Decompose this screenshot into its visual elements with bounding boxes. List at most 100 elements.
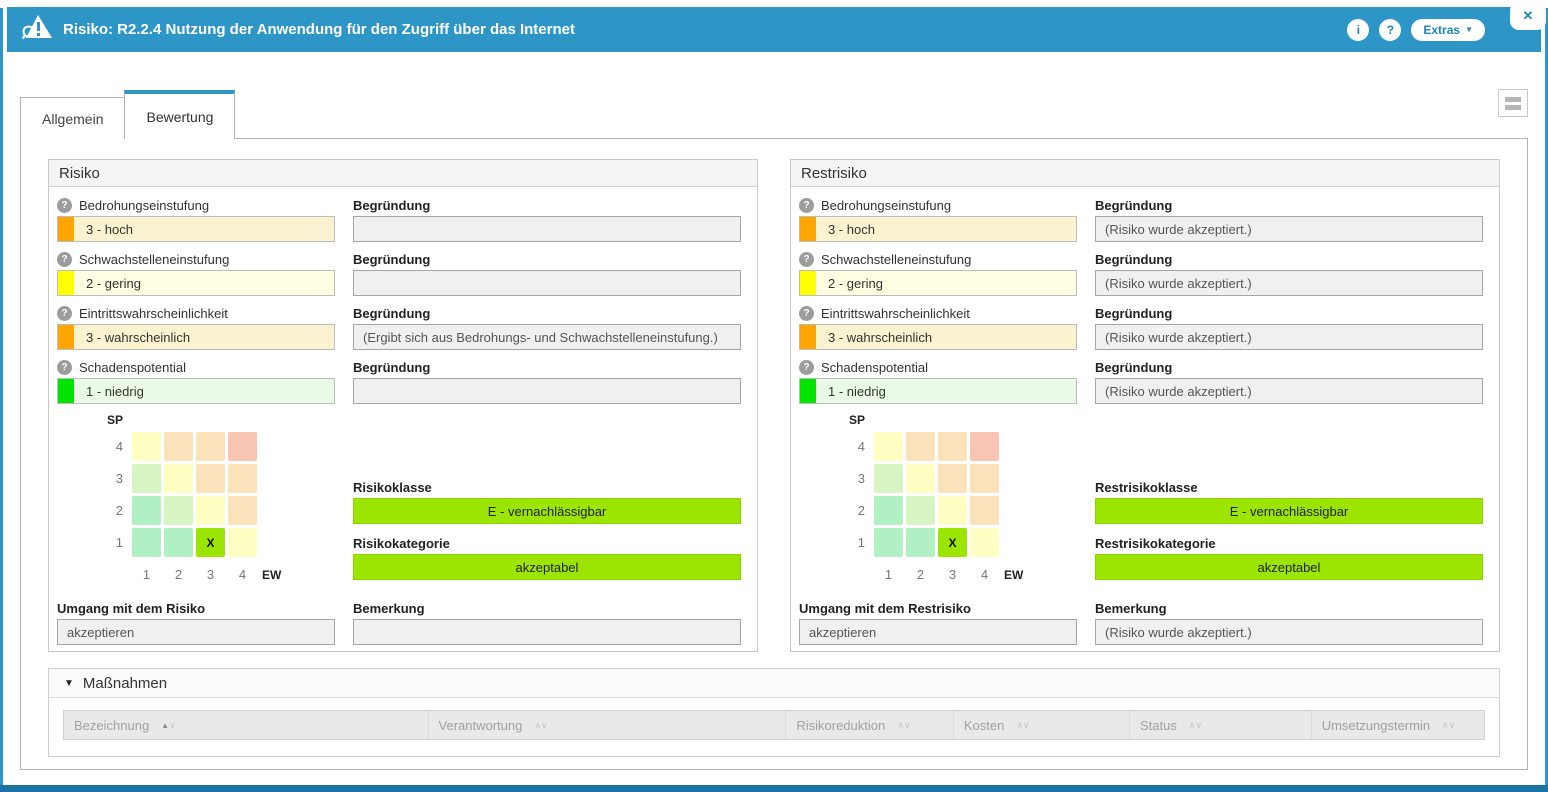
dialog-title: Risiko: R2.2.4 Nutzung der Anwendung für… xyxy=(63,21,575,38)
help-circle-icon[interactable]: ? xyxy=(57,252,72,267)
restrisikoklasse-label: Restrisikoklasse xyxy=(1095,478,1483,496)
help-circle-icon[interactable]: ? xyxy=(57,306,72,321)
help-circle-icon[interactable]: ? xyxy=(799,198,814,213)
matrix-cell xyxy=(874,464,903,493)
matrix-col-label: 1 xyxy=(132,567,161,582)
risk-matrix-block: SP 4321X1234EW xyxy=(107,411,296,589)
help-circle-icon[interactable]: ? xyxy=(799,306,814,321)
matrix-row-label: 3 xyxy=(107,471,129,486)
matrix-cell xyxy=(196,496,225,525)
matrix-cell xyxy=(228,528,257,557)
reason-label: Begründung xyxy=(1095,196,1483,214)
matrix-cell xyxy=(938,496,967,525)
matrix-row-label: 3 xyxy=(849,471,871,486)
matrix-cell xyxy=(970,464,999,493)
column-header-risikoreduktion[interactable]: Risikoreduktion∧∨ xyxy=(785,711,953,739)
matrix-sp-label: SP xyxy=(107,413,296,427)
bedrohungseinstufung-select[interactable]: 3 - hoch xyxy=(57,216,335,242)
help-circle-icon[interactable]: ? xyxy=(799,360,814,375)
eintrittswahrscheinlichkeit-select[interactable]: 3 - wahrscheinlich xyxy=(57,324,335,350)
rest-bedrohungseinstufung-select[interactable]: 3 - hoch xyxy=(799,216,1077,242)
matrix-cell xyxy=(906,432,935,461)
layout-toggle-button[interactable] xyxy=(1498,89,1528,117)
help-circle-icon[interactable]: ? xyxy=(57,198,72,213)
info-button[interactable]: i xyxy=(1347,19,1369,41)
rating-color-swatch xyxy=(58,271,74,295)
extras-button[interactable]: Extras ▼ xyxy=(1411,19,1485,41)
restrisiko-panel-title: Restrisiko xyxy=(791,160,1499,187)
restrisiko-panel: Restrisiko ?Bedrohungseinstufung 3 - hoc… xyxy=(790,159,1500,652)
reason-input[interactable]: (Risiko wurde akzeptiert.) xyxy=(1095,270,1483,296)
umgang-input[interactable]: akzeptieren xyxy=(57,619,335,645)
reason-label: Begründung xyxy=(353,250,741,268)
rating-value: 2 - gering xyxy=(816,271,883,295)
rating-value: 1 - niedrig xyxy=(74,379,144,403)
question-icon: ? xyxy=(1387,23,1394,37)
column-header-umsetzungstermin[interactable]: Umsetzungstermin∧∨ xyxy=(1311,711,1484,739)
schwachstelleneinstufung-select[interactable]: 2 - gering xyxy=(57,270,335,296)
matrix-cell xyxy=(970,432,999,461)
column-header-kosten[interactable]: Kosten∧∨ xyxy=(953,711,1129,739)
risiko-panel-title: Risiko xyxy=(49,160,757,187)
bemerkung-label: Bemerkung xyxy=(353,599,741,617)
reason-label: Begründung xyxy=(1095,250,1483,268)
rating-color-swatch xyxy=(58,217,74,241)
umgang-restrisiko-input[interactable]: akzeptieren xyxy=(799,619,1077,645)
bemerkung-label: Bemerkung xyxy=(1095,599,1483,617)
rest-risk-matrix: 4321X1234EW xyxy=(849,432,1038,589)
reason-input[interactable]: (Ergibt sich aus Bedrohungs- und Schwach… xyxy=(353,324,741,350)
reason-input[interactable]: (Risiko wurde akzeptiert.) xyxy=(1095,216,1483,242)
reason-label: Begründung xyxy=(353,358,741,376)
sort-asc-icon: ∧ xyxy=(1442,720,1449,731)
massnahmen-panel: ▼ Maßnahmen Bezeichnung▲∨ Verantwortung∧… xyxy=(48,668,1500,757)
sort-desc-icon: ∨ xyxy=(169,720,176,731)
layout-icon xyxy=(1505,97,1521,110)
matrix-cell xyxy=(228,464,257,493)
rating-color-swatch xyxy=(58,325,74,349)
help-circle-icon[interactable]: ? xyxy=(57,360,72,375)
massnahmen-collapse-header[interactable]: ▼ Maßnahmen xyxy=(49,669,1499,698)
reason-input[interactable]: (Risiko wurde akzeptiert.) xyxy=(1095,324,1483,350)
restrisikokategorie-value: akzeptabel xyxy=(1095,554,1483,580)
matrix-cell xyxy=(132,496,161,525)
matrix-col-label: 3 xyxy=(938,567,967,582)
bewertung-tab-content: Risiko ?Bedrohungseinstufung 3 - hoch Be… xyxy=(20,138,1528,770)
matrix-row-label: 4 xyxy=(107,439,129,454)
rest-schadenspotential-select[interactable]: 1 - niedrig xyxy=(799,378,1077,404)
matrix-col-label: 3 xyxy=(196,567,225,582)
schadenspotential-select[interactable]: 1 - niedrig xyxy=(57,378,335,404)
tab-allgemein[interactable]: Allgemein xyxy=(20,97,125,139)
close-icon: ✕ xyxy=(1523,8,1534,24)
bemerkung-input[interactable] xyxy=(353,619,741,645)
sort-asc-icon: ∧ xyxy=(897,720,904,731)
tab-bewertung[interactable]: Bewertung xyxy=(124,90,235,139)
matrix-cell xyxy=(132,464,161,493)
reason-input[interactable] xyxy=(353,378,741,404)
close-button[interactable]: ✕ xyxy=(1510,2,1546,30)
rest-schwachstelleneinstufung-select[interactable]: 2 - gering xyxy=(799,270,1077,296)
reason-input[interactable] xyxy=(353,216,741,242)
field-label: Eintrittswahrscheinlichkeit xyxy=(821,306,970,321)
matrix-cell xyxy=(196,464,225,493)
rest-eintrittswahrscheinlichkeit-select[interactable]: 3 - wahrscheinlich xyxy=(799,324,1077,350)
reason-input[interactable]: (Risiko wurde akzeptiert.) xyxy=(1095,378,1483,404)
column-header-bezeichnung[interactable]: Bezeichnung▲∨ xyxy=(64,711,428,739)
column-header-status[interactable]: Status∧∨ xyxy=(1129,711,1311,739)
matrix-cell xyxy=(874,432,903,461)
risk-warning-icon xyxy=(21,13,53,46)
matrix-cell xyxy=(196,432,225,461)
sort-desc-icon: ∨ xyxy=(904,720,911,731)
rest-bemerkung-input[interactable]: (Risiko wurde akzeptiert.) xyxy=(1095,619,1483,645)
matrix-cell xyxy=(970,528,999,557)
matrix-col-label: 4 xyxy=(228,567,257,582)
matrix-cell xyxy=(164,496,193,525)
reason-input[interactable] xyxy=(353,270,741,296)
window-frame-left xyxy=(0,8,3,792)
column-header-verantwortung[interactable]: Verantwortung∧∨ xyxy=(428,711,786,739)
help-circle-icon[interactable]: ? xyxy=(799,252,814,267)
matrix-row-label: 1 xyxy=(107,535,129,550)
help-button[interactable]: ? xyxy=(1379,19,1401,41)
reason-label: Begründung xyxy=(1095,304,1483,322)
matrix-cell xyxy=(132,528,161,557)
rating-color-swatch xyxy=(58,379,74,403)
